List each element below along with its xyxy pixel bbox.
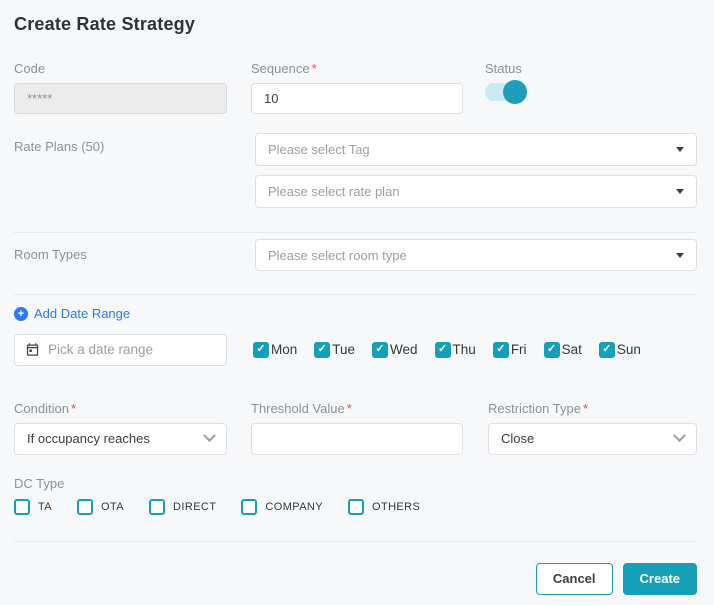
checkbox-checked-icon[interactable] bbox=[253, 342, 269, 358]
rate-plans-row: Rate Plans (50) Please select Tag Please… bbox=[14, 133, 697, 208]
condition-row: Condition* If occupancy reaches Threshol… bbox=[14, 401, 697, 455]
toggle-knob bbox=[503, 80, 527, 104]
sequence-label: Sequence bbox=[251, 61, 310, 76]
create-rate-strategy-form: Create Rate Strategy Code Sequence* Stat… bbox=[0, 0, 714, 605]
room-types-row: Room Types Please select room type bbox=[14, 239, 697, 271]
weekday-wed[interactable]: Wed bbox=[372, 342, 418, 358]
checkbox-unchecked-icon[interactable] bbox=[149, 499, 165, 515]
required-asterisk: * bbox=[71, 401, 76, 416]
sequence-input[interactable] bbox=[251, 83, 463, 114]
weekday-sat[interactable]: Sat bbox=[544, 342, 582, 358]
checkbox-checked-icon[interactable] bbox=[372, 342, 388, 358]
weekday-mon[interactable]: Mon bbox=[253, 342, 297, 358]
divider bbox=[14, 541, 697, 542]
create-button[interactable]: Create bbox=[623, 563, 697, 595]
condition-label: Condition bbox=[14, 401, 69, 416]
checkbox-checked-icon[interactable] bbox=[493, 342, 509, 358]
calendar-icon bbox=[25, 342, 40, 357]
chevron-down-icon bbox=[203, 429, 216, 442]
required-asterisk: * bbox=[583, 401, 588, 416]
tag-select[interactable]: Please select Tag bbox=[255, 133, 697, 166]
threshold-label: Threshold Value bbox=[251, 401, 345, 416]
restriction-type-select[interactable]: Close bbox=[488, 423, 697, 455]
dc-type-checkboxes: TA OTA DIRECT COMPANY OTHERS bbox=[14, 499, 697, 515]
status-toggle[interactable] bbox=[485, 83, 525, 101]
date-range-picker[interactable] bbox=[14, 334, 227, 366]
checkbox-unchecked-icon[interactable] bbox=[14, 499, 30, 515]
dc-type-company[interactable]: COMPANY bbox=[241, 499, 323, 515]
restriction-select-value: Close bbox=[501, 431, 534, 446]
checkbox-unchecked-icon[interactable] bbox=[77, 499, 93, 515]
date-weekdays-row: Mon Tue Wed Thu Fri Sat bbox=[14, 334, 697, 366]
caret-down-icon bbox=[676, 253, 684, 258]
dc-type-label: DC Type bbox=[14, 476, 697, 491]
status-label: Status bbox=[485, 61, 525, 76]
checkbox-checked-icon[interactable] bbox=[314, 342, 330, 358]
checkbox-unchecked-icon[interactable] bbox=[241, 499, 257, 515]
divider bbox=[14, 232, 697, 233]
add-date-range-link[interactable]: + Add Date Range bbox=[14, 306, 130, 321]
cancel-button[interactable]: Cancel bbox=[536, 563, 613, 595]
room-type-select-placeholder: Please select room type bbox=[268, 248, 407, 263]
dc-type-others[interactable]: OTHERS bbox=[348, 499, 420, 515]
restriction-type-label: Restriction Type bbox=[488, 401, 581, 416]
weekday-fri[interactable]: Fri bbox=[493, 342, 527, 358]
code-input bbox=[14, 83, 227, 114]
code-label: Code bbox=[14, 61, 227, 76]
page-title: Create Rate Strategy bbox=[14, 14, 697, 35]
required-asterisk: * bbox=[347, 401, 352, 416]
caret-down-icon bbox=[676, 147, 684, 152]
checkbox-unchecked-icon[interactable] bbox=[348, 499, 364, 515]
rate-plans-label: Rate Plans (50) bbox=[14, 133, 255, 154]
top-fields-row: Code Sequence* Status bbox=[14, 61, 697, 114]
checkbox-checked-icon[interactable] bbox=[544, 342, 560, 358]
checkbox-checked-icon[interactable] bbox=[599, 342, 615, 358]
weekday-checkboxes: Mon Tue Wed Thu Fri Sat bbox=[253, 342, 641, 358]
plus-circle-icon: + bbox=[14, 307, 28, 321]
form-actions: Cancel Create bbox=[14, 563, 697, 595]
chevron-down-icon bbox=[673, 429, 686, 442]
weekday-thu[interactable]: Thu bbox=[435, 342, 476, 358]
dc-type-section: DC Type TA OTA DIRECT COMPANY OTHERS bbox=[14, 476, 697, 515]
tag-select-placeholder: Please select Tag bbox=[268, 142, 370, 157]
required-asterisk: * bbox=[312, 61, 317, 76]
condition-select-value: If occupancy reaches bbox=[27, 431, 150, 446]
date-range-input[interactable] bbox=[48, 342, 216, 357]
weekday-sun[interactable]: Sun bbox=[599, 342, 641, 358]
condition-select[interactable]: If occupancy reaches bbox=[14, 423, 227, 455]
rate-plan-select[interactable]: Please select rate plan bbox=[255, 175, 697, 208]
dc-type-ta[interactable]: TA bbox=[14, 499, 52, 515]
room-types-label: Room Types bbox=[14, 239, 255, 262]
dc-type-direct[interactable]: DIRECT bbox=[149, 499, 216, 515]
threshold-input[interactable] bbox=[251, 423, 463, 455]
dc-type-ota[interactable]: OTA bbox=[77, 499, 124, 515]
weekday-tue[interactable]: Tue bbox=[314, 342, 355, 358]
rate-plan-select-placeholder: Please select rate plan bbox=[268, 184, 400, 199]
checkbox-checked-icon[interactable] bbox=[435, 342, 451, 358]
caret-down-icon bbox=[676, 189, 684, 194]
room-type-select[interactable]: Please select room type bbox=[255, 239, 697, 271]
add-date-range-label: Add Date Range bbox=[34, 306, 130, 321]
